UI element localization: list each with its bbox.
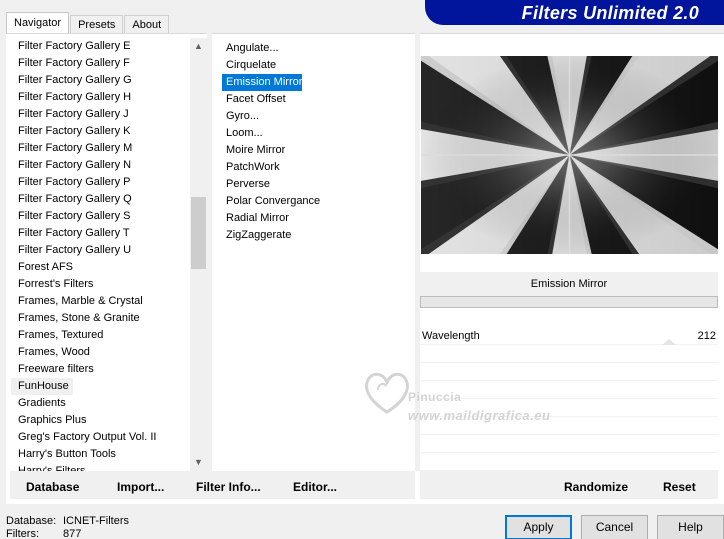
cancel-button[interactable]: Cancel [581,515,648,539]
category-list[interactable]: Filter Factory Gallery E Filter Factory G… [11,38,189,471]
preview-image [421,56,718,254]
chevron-down-icon[interactable]: ▼ [190,454,207,471]
filter-item[interactable]: Radial Mirror [222,210,402,227]
reset-button[interactable]: Reset [663,480,696,494]
category-item[interactable]: Harry's Button Tools [11,446,189,463]
category-item[interactable]: Filter Factory Gallery E [11,38,189,55]
param-row [420,346,718,363]
filter-list[interactable]: Angulate... Cirquelate Emission Mirror Face… [222,40,402,244]
category-scrollbar[interactable]: ▲ ▼ [190,38,207,471]
tab-navigator[interactable]: Navigator [6,12,70,34]
category-item[interactable]: Filter Factory Gallery H [11,89,189,106]
category-item[interactable]: Harry's Filters [11,463,189,471]
tab-bar: Navigator Presets About [6,12,170,34]
category-item[interactable]: FunHouse [11,378,73,395]
category-item[interactable]: Frames, Textured [11,327,189,344]
category-item[interactable]: Frames, Marble & Crystal [11,293,189,310]
category-item[interactable]: Graphics Plus [11,412,189,429]
status-filters-label: Filters: [6,528,39,539]
status-filters-value: 877 [63,528,82,539]
category-item[interactable]: Filter Factory Gallery P [11,174,189,191]
filter-item[interactable]: Emission Mirror [222,74,302,91]
category-item[interactable]: Frames, Stone & Granite [11,310,189,327]
param-value: 212 [697,330,716,342]
editor-button[interactable]: Editor... [293,480,337,494]
filter-item[interactable]: Gyro... [222,108,402,125]
category-item[interactable]: Frames, Wood [11,344,189,361]
filter-info-button[interactable]: Filter Info... [196,480,261,494]
status-database-label: Database: [6,515,57,527]
list-button-bar: Database Import... Filter Info... Editor… [10,471,415,499]
param-row [420,454,718,471]
category-item[interactable]: Filter Factory Gallery J [11,106,189,123]
param-label: Wavelength [422,330,480,342]
param-row [420,400,718,417]
category-item[interactable]: Filter Factory Gallery N [11,157,189,174]
filter-item[interactable]: Angulate... [222,40,402,57]
filter-preview [421,56,718,254]
filter-item[interactable]: Facet Offset [222,91,402,108]
category-item[interactable]: Forest AFS [11,259,189,276]
progress-bar [420,296,718,308]
filter-item[interactable]: ZigZaggerate [222,227,402,244]
filter-item[interactable]: Cirquelate [222,57,402,74]
import-button[interactable]: Import... [117,480,164,494]
randomize-button[interactable]: Randomize [564,480,628,494]
filter-item[interactable]: Polar Convergance [222,193,402,210]
preview-button-bar: Randomize Reset [420,471,718,499]
category-item[interactable]: Freeware filters [11,361,189,378]
database-button[interactable]: Database [26,480,79,494]
filter-item[interactable]: PatchWork [222,159,402,176]
scrollbar-thumb[interactable] [191,197,206,269]
param-row-wavelength[interactable]: Wavelength 212 [420,328,718,345]
category-item[interactable]: Filter Factory Gallery T [11,225,189,242]
param-row [420,418,718,435]
title-banner: Filters Unlimited 2.0 [425,0,724,25]
tab-presets[interactable]: Presets [70,15,124,34]
category-item[interactable]: Forrest's Filters [11,276,189,293]
slider-marker-icon[interactable] [662,339,676,345]
filter-item[interactable]: Moire Mirror [222,142,402,159]
category-item[interactable]: Filter Factory Gallery K [11,123,189,140]
chevron-up-icon[interactable]: ▲ [190,38,207,55]
filter-item[interactable]: Loom... [222,125,402,142]
category-item[interactable]: Filter Factory Gallery Q [11,191,189,208]
tab-about[interactable]: About [124,15,170,34]
category-item[interactable]: Filter Factory Gallery U [11,242,189,259]
filter-item[interactable]: Perverse [222,176,402,193]
parameter-area: Wavelength 212 [420,328,718,471]
category-item[interactable]: Filter Factory Gallery F [11,55,189,72]
status-database-value: ICNET-Filters [63,515,129,527]
category-item[interactable]: Filter Factory Gallery S [11,208,189,225]
param-row [420,436,718,453]
help-button[interactable]: Help [657,515,724,539]
param-row [420,382,718,399]
category-item[interactable]: Greg's Factory Output Vol. II [11,429,189,446]
apply-button[interactable]: Apply [505,515,572,539]
category-item[interactable]: Gradients [11,395,189,412]
selected-filter-name: Emission Mirror [420,272,718,296]
column-divider [207,33,212,471]
param-row [420,364,718,381]
category-item[interactable]: Filter Factory Gallery M [11,140,189,157]
category-item[interactable]: Filter Factory Gallery G [11,72,189,89]
app-title: Filters Unlimited 2.0 [521,3,699,23]
